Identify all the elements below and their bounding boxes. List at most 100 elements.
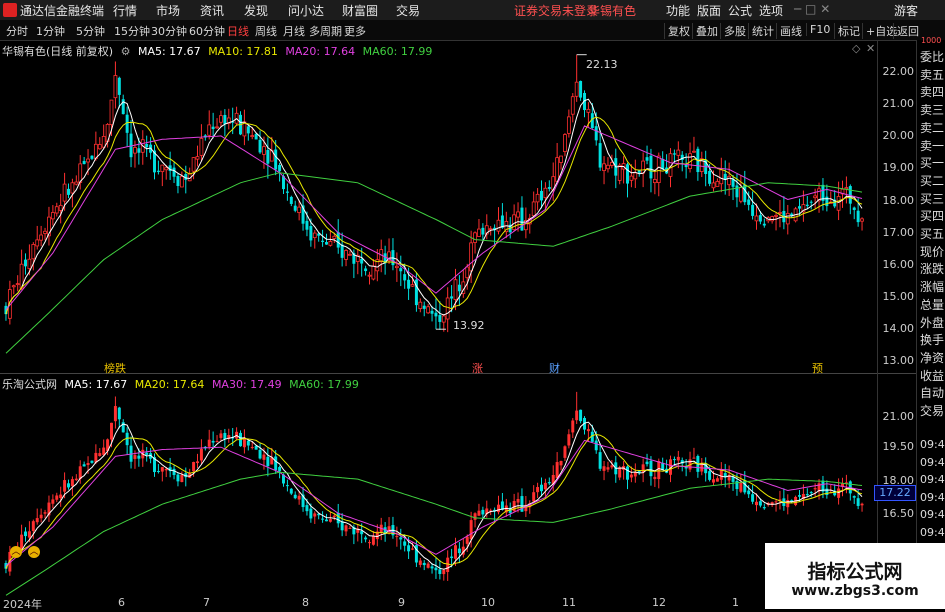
tool-stats[interactable]: 统计 — [748, 23, 774, 39]
side-label[interactable]: 换手 — [920, 331, 944, 348]
menu-item-news[interactable]: 资讯 — [200, 2, 224, 19]
tool-overlay[interactable]: 叠加 — [692, 23, 718, 39]
candle-body — [410, 284, 415, 287]
tool-back[interactable]: 返回 — [893, 23, 919, 39]
side-label[interactable]: 涨跌 — [920, 260, 944, 277]
candle-body — [446, 557, 450, 572]
event-marker[interactable]: 预 — [812, 360, 823, 376]
side-label[interactable]: 委比 — [920, 48, 944, 65]
period-5min[interactable]: 5分钟 — [76, 23, 105, 39]
buy-signal-icon: ︿ — [10, 546, 22, 558]
candle-body — [579, 409, 583, 422]
side-label[interactable]: 外盘 — [920, 314, 944, 331]
side-label[interactable]: 卖三 — [920, 101, 944, 118]
side-label[interactable]: 净资 — [920, 349, 944, 366]
side-label[interactable]: 卖一 — [920, 137, 944, 154]
candle-body — [137, 148, 141, 153]
axis-tick-label: 16.00 — [882, 258, 915, 271]
candle-body — [450, 556, 454, 559]
side-label[interactable]: 涨幅 — [920, 278, 944, 295]
candle-body — [606, 467, 610, 470]
candle-body — [758, 215, 762, 222]
menu-item-market[interactable]: 市场 — [156, 2, 180, 19]
watermark-title: 指标公式网 — [807, 561, 903, 583]
candle-body — [24, 531, 27, 537]
period-30min[interactable]: 30分钟 — [151, 23, 187, 39]
side-label[interactable]: 卖四 — [920, 83, 944, 100]
period-monthly[interactable]: 月线 — [283, 23, 305, 39]
tool-draw[interactable]: 画线 — [776, 23, 802, 39]
menu-options[interactable]: 选项 — [759, 2, 783, 19]
menu-layout[interactable]: 版面 — [697, 2, 721, 19]
tool-multistock[interactable]: 多股 — [720, 23, 746, 39]
kline-chart[interactable] — [0, 40, 878, 609]
candle-body — [309, 508, 313, 519]
candle-body — [223, 432, 227, 440]
candle-body — [164, 468, 168, 471]
side-label[interactable]: 卖二 — [920, 119, 944, 136]
trade-login-notice[interactable]: 证券交易未登录 — [514, 2, 598, 19]
menu-item-discover[interactable]: 发现 — [244, 2, 268, 19]
tool-f10[interactable]: F10 — [806, 23, 830, 36]
side-label[interactable]: 买二 — [920, 172, 944, 189]
side-label[interactable]: 买五 — [920, 225, 944, 242]
candle-body — [719, 470, 723, 480]
side-label[interactable]: 总量 — [920, 296, 944, 313]
tool-mark[interactable]: 标记 — [834, 23, 860, 39]
candle-body — [774, 501, 778, 503]
menu-formula[interactable]: 公式 — [728, 2, 752, 19]
quote-side-panel: 1000 委比 卖五 卖四 卖三 卖二 卖一 买一 买二 买三 买四 买五 现价 涨跌 涨幅 总量 外盘 换手净… — [916, 36, 945, 609]
tool-adjust[interactable]: 复权 — [664, 23, 690, 39]
candle-body — [738, 187, 743, 202]
period-multi[interactable]: 多周期 — [309, 23, 342, 39]
period-15min[interactable]: 15分钟 — [114, 23, 150, 39]
guest-label[interactable]: 游客 — [894, 2, 918, 19]
event-marker[interactable]: 涨 — [472, 360, 483, 376]
candle-body — [109, 99, 114, 126]
candle-body — [641, 160, 646, 174]
period-more[interactable]: 更多 — [344, 23, 366, 39]
tool-add-favorite[interactable]: +自选 — [862, 23, 897, 39]
ma-line — [5, 172, 863, 354]
side-label[interactable]: 买三 — [920, 190, 944, 207]
period-1min[interactable]: 1分钟 — [36, 23, 65, 39]
candle-body — [199, 448, 203, 461]
candle-body — [35, 518, 39, 523]
candle-body — [575, 410, 579, 421]
candle-body — [246, 126, 250, 134]
menu-function[interactable]: 功能 — [666, 2, 690, 19]
candle-body — [274, 456, 278, 471]
period-tick[interactable]: 分时 — [6, 23, 28, 39]
side-label[interactable]: 交易 — [920, 402, 944, 419]
menu-item-trade[interactable]: 交易 — [396, 2, 420, 19]
candle-body — [825, 196, 829, 207]
period-daily[interactable]: 日线 — [227, 23, 249, 39]
period-weekly[interactable]: 周线 — [255, 23, 277, 39]
candle-body — [211, 126, 215, 130]
side-label[interactable]: 自动 — [920, 384, 944, 401]
side-label[interactable]: 买一 — [920, 154, 944, 171]
side-label[interactable]: 收益 — [920, 367, 944, 384]
side-label[interactable]: 买四 — [920, 207, 944, 224]
event-marker[interactable]: 榜跌 — [104, 360, 126, 376]
window-buttons[interactable]: ─ □ ✕ — [794, 2, 830, 16]
period-60min[interactable]: 60分钟 — [189, 23, 225, 39]
candle-body — [133, 147, 137, 154]
candle-body — [74, 181, 79, 185]
candle-body — [422, 562, 426, 566]
side-label[interactable]: 现价 — [920, 243, 944, 260]
candle-body — [445, 297, 450, 320]
side-label[interactable]: 卖五 — [920, 66, 944, 83]
menu-item-quotes[interactable]: 行情 — [113, 2, 137, 19]
candle-body — [844, 187, 849, 190]
candle-body — [262, 454, 266, 460]
candle-body — [762, 507, 766, 509]
candle-body — [403, 541, 407, 546]
menu-item-wealth[interactable]: 财富圈 — [342, 2, 378, 19]
candle-body — [172, 468, 176, 476]
menu-item-ask[interactable]: 问小达 — [288, 2, 324, 19]
candle-body — [156, 470, 160, 472]
menu-bar: 通达信金融终端 行情 市场 资讯 发现 问小达 财富圈 交易 证券交易未登录 华… — [0, 0, 945, 21]
x-label: 1 — [732, 596, 739, 609]
event-marker[interactable]: 财 — [549, 360, 560, 376]
